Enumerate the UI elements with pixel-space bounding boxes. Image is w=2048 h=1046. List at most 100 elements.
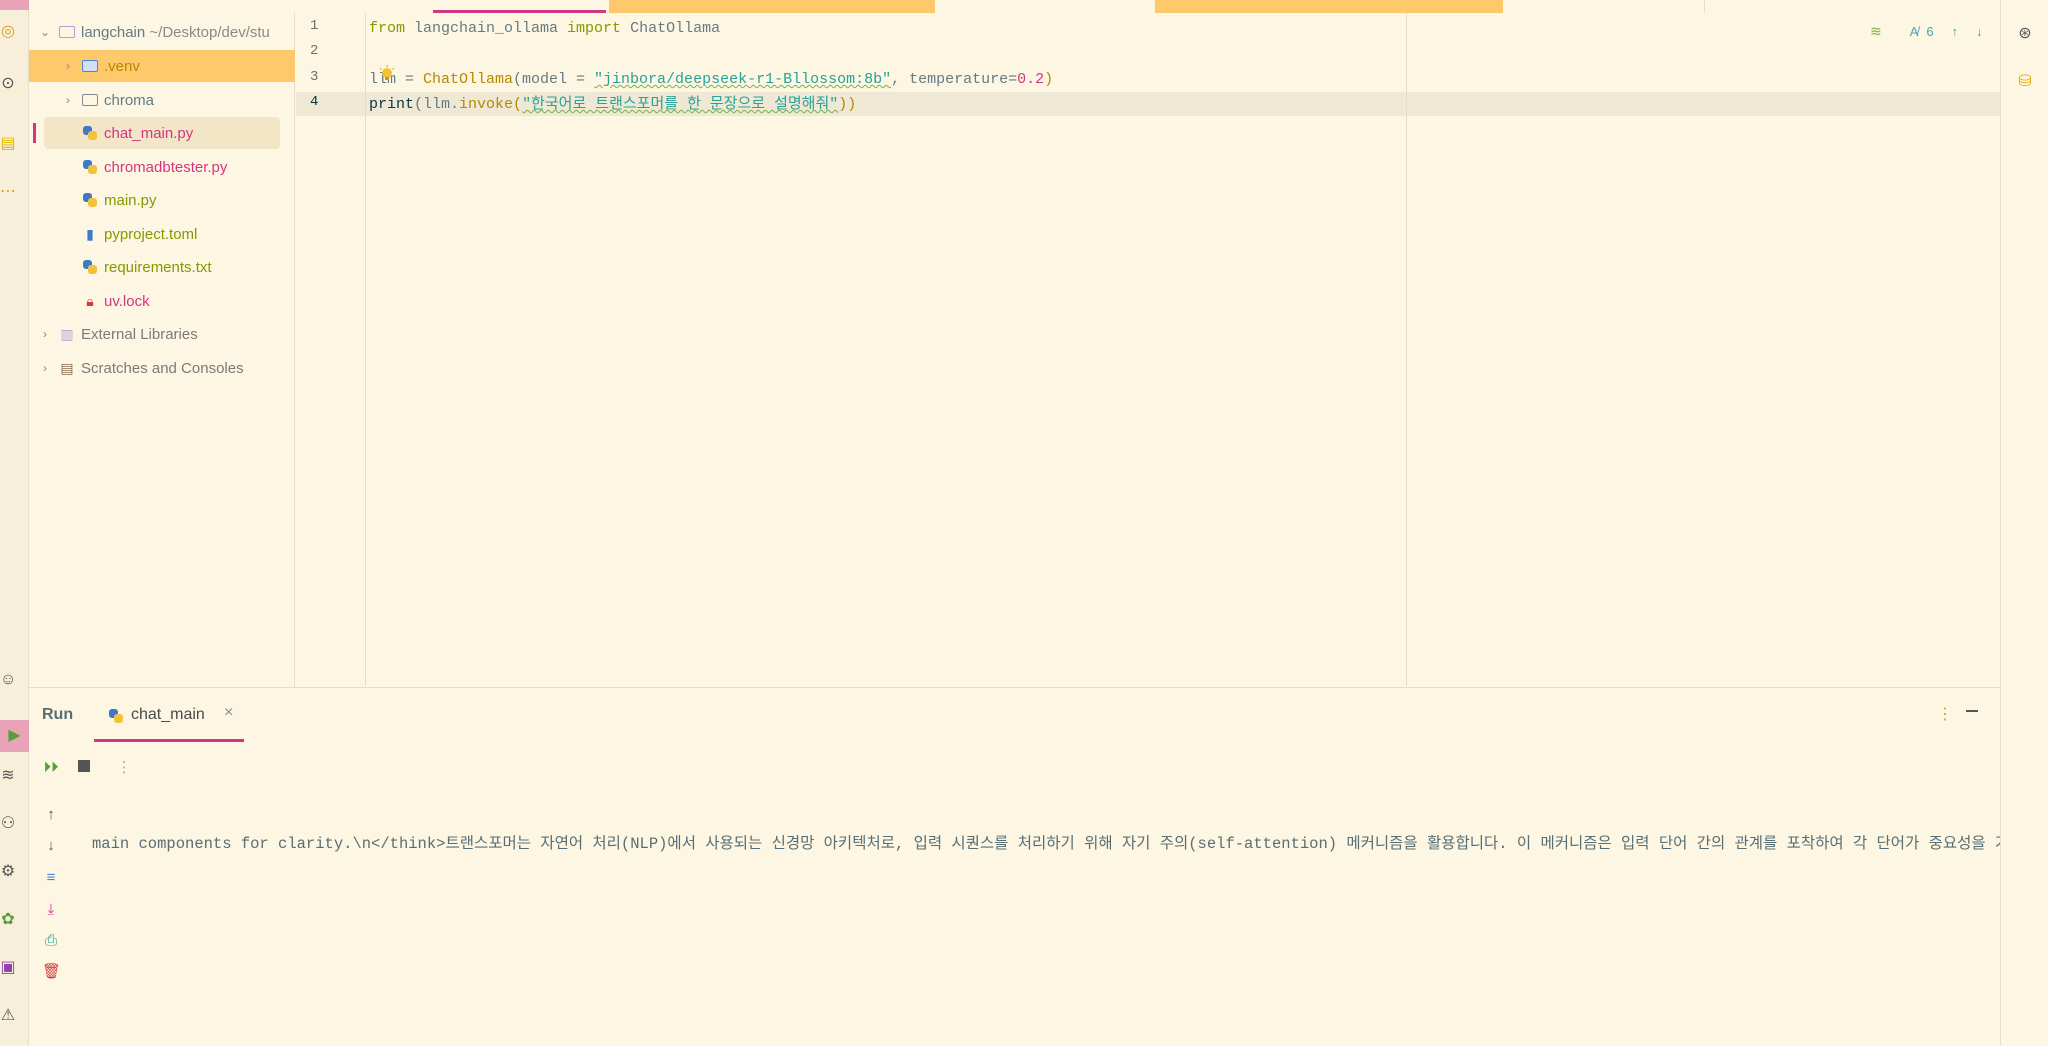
builtin-call: print <box>369 96 415 113</box>
tree-item-chromadbtester[interactable]: chromadbtester.py <box>29 151 295 183</box>
more-options-icon[interactable]: ⋮ <box>1937 704 1953 724</box>
tree-item-label: chroma <box>104 91 155 109</box>
chevron-right-icon[interactable]: › <box>61 59 75 73</box>
debug-icon[interactable]: ⚙ <box>0 864 16 880</box>
scratches-icon: ▤ <box>60 359 74 376</box>
more-tools-icon[interactable]: ⋯ <box>0 184 16 200</box>
editor-tab[interactable] <box>609 0 935 13</box>
tree-item-chroma[interactable]: › chroma <box>29 84 295 116</box>
settings-icon[interactable]: ✿ <box>0 912 16 928</box>
line-number: 4 <box>310 94 319 110</box>
minimize-icon[interactable] <box>1964 703 1980 719</box>
lock-icon: 🔒︎ <box>86 292 94 309</box>
tree-item-venv[interactable]: › .venv <box>29 50 295 82</box>
print-icon[interactable]: ⎙ <box>42 932 60 950</box>
scroll-to-end-icon[interactable]: ⤓ <box>42 901 60 919</box>
code-editor[interactable]: 1 2 3 4 from langchain_ollama import Cha… <box>296 13 2000 686</box>
tree-item-chat-main[interactable]: chat_main.py <box>29 117 295 149</box>
spellcheck-icon[interactable]: ≋ <box>1870 23 1882 40</box>
function-call: ChatOllama <box>423 71 514 88</box>
chevron-right-icon[interactable]: › <box>38 361 52 375</box>
typo-icon[interactable]: A̸ <box>1910 24 1919 39</box>
tree-item-label: .venv <box>104 57 140 75</box>
tree-item-label: chat_main.py <box>104 124 194 142</box>
tree-item-main[interactable]: main.py <box>29 184 295 216</box>
python-file-icon <box>81 125 99 141</box>
python-packages-icon[interactable]: ☺ <box>0 672 16 688</box>
run-options-icon[interactable]: ⋮ <box>115 759 133 777</box>
call-args: , temperature= <box>891 71 1018 88</box>
editor-tab-active[interactable] <box>433 0 606 13</box>
root-path: ~/Desktop/dev/stu <box>149 23 270 41</box>
tree-item-requirements[interactable]: requirements.txt <box>29 251 295 283</box>
project-tree: ⌄ langchain ~/Desktop/dev/stu › .venv › … <box>29 12 295 687</box>
import-name: ChatOllama <box>621 20 721 37</box>
problems-icon[interactable]: ⚠ <box>0 1008 16 1024</box>
number-literal: 0.2 <box>1017 71 1045 88</box>
terminal-icon[interactable]: ▣ <box>0 960 16 976</box>
arrow-down-icon[interactable]: ↓ <box>42 837 60 855</box>
tree-item-label: Scratches and Consoles <box>81 359 244 377</box>
chevron-right-icon[interactable]: › <box>61 93 75 107</box>
chevron-right-icon[interactable]: › <box>38 327 52 341</box>
lightbulb-icon[interactable] <box>378 65 396 83</box>
services-icon[interactable]: ≋ <box>0 768 16 784</box>
root-label: langchain ~/Desktop/dev/stu <box>81 24 270 41</box>
tree-item-scratches[interactable]: › ▤ Scratches and Consoles <box>29 352 295 384</box>
strip-accent <box>0 0 29 10</box>
string-literal: "한국어로 트랜스포머를 한 문장으로 설명해줘" <box>522 96 839 113</box>
tree-item-uv-lock[interactable]: 🔒︎ uv.lock <box>29 285 295 317</box>
right-margin-guide <box>1406 13 1407 686</box>
code-line-4: print(llm.invoke("한국어로 트랜스포머를 한 문장으로 설명해… <box>369 92 856 117</box>
python-console-icon[interactable]: ⚇ <box>0 816 16 832</box>
python-file-icon <box>108 708 124 724</box>
tree-item-label: requirements.txt <box>104 258 212 276</box>
chevron-down-icon[interactable]: ⌄ <box>38 25 52 39</box>
soft-wrap-icon[interactable]: ≡ <box>42 869 60 887</box>
library-icon: ▥ <box>60 325 74 342</box>
editor-tab-strip <box>296 0 2000 13</box>
tree-item-label: pyproject.toml <box>104 225 198 243</box>
line-number: 1 <box>310 18 319 34</box>
commit-icon[interactable]: ◎ <box>0 24 16 40</box>
root-name: langchain <box>81 23 146 41</box>
trash-icon[interactable]: 🗑︎ <box>42 963 61 981</box>
folder-icon <box>58 24 76 40</box>
arrow-up-icon[interactable]: ↑ <box>42 806 60 824</box>
editor-tab[interactable] <box>1155 0 1503 13</box>
run-panel-title: Run <box>42 706 74 723</box>
rerun-icon[interactable]: ⏵⏵ <box>42 759 60 777</box>
tree-item-pyproject[interactable]: ▮ pyproject.toml <box>29 218 295 250</box>
line-number: 3 <box>310 69 319 85</box>
pull-request-icon[interactable]: ⊙ <box>0 76 16 92</box>
right-tool-strip: ⊛ ⛁ <box>2000 0 2048 1046</box>
database-icon[interactable]: ⛁ <box>2015 74 2035 90</box>
module-name: langchain_ollama <box>405 20 568 37</box>
tree-item-external-libraries[interactable]: › ▥ External Libraries <box>29 318 295 350</box>
run-tool-window: Run chat_main × ⋮ ⏵⏵ ⋮ ↑ ↓ ≡ ⤓ ⎙ 🗑︎ main… <box>29 687 2000 1046</box>
tree-item-label: chromadbtester.py <box>104 158 228 176</box>
toml-file-icon: ▮ <box>86 225 94 242</box>
console-output[interactable]: main components for clarity.\n</think>트랜… <box>92 831 2000 853</box>
run-tool-icon[interactable]: ▶ <box>0 720 29 752</box>
run-tab-chat-main[interactable]: chat_main × <box>94 688 244 742</box>
structure-icon[interactable]: ▤ <box>0 136 16 152</box>
paren: ) <box>1044 71 1054 88</box>
inspection-count: 6 <box>1926 23 1934 39</box>
ai-assistant-icon[interactable]: ⊛ <box>2015 26 2035 42</box>
folder-icon <box>81 58 99 74</box>
tree-item-label: External Libraries <box>81 325 198 343</box>
stop-icon[interactable] <box>75 759 93 777</box>
arrow-up-icon[interactable]: ↑ <box>1952 24 1959 39</box>
method-call: invoke <box>459 96 514 113</box>
paren: )) <box>838 96 857 113</box>
arrow-down-icon[interactable]: ↓ <box>1976 24 1983 39</box>
keyword: from <box>369 20 406 37</box>
tool-window-strip: ◎ ⊙ ▤ ⋯ ☺ ▶ ≋ ⚇ ⚙ ✿ ▣ ⚠ <box>0 0 29 1046</box>
close-icon[interactable]: × <box>224 704 233 722</box>
run-tab-label: chat_main <box>131 706 205 723</box>
paren: ( <box>513 96 523 113</box>
keyword: import <box>567 20 622 37</box>
tree-root[interactable]: ⌄ langchain ~/Desktop/dev/stu <box>29 16 295 48</box>
python-file-icon <box>81 159 99 175</box>
